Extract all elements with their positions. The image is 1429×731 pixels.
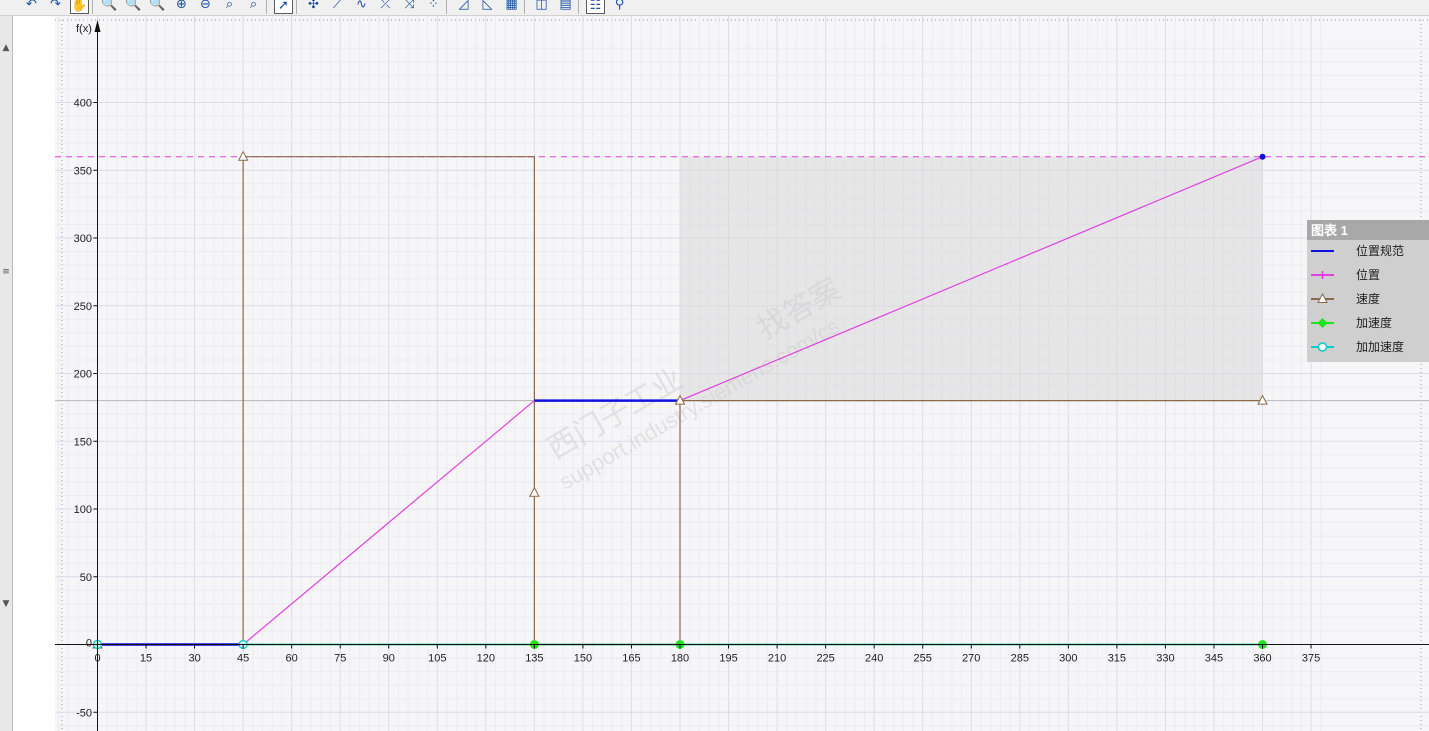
- x-tick-label: 120: [477, 653, 495, 665]
- legend[interactable]: 图表 1 位置规范位置速度加速度加加速度: [1307, 220, 1429, 362]
- legend-label: 加速度: [1356, 315, 1392, 330]
- circle-marker-icon: [1317, 342, 1328, 352]
- x-tick-label: 75: [334, 653, 346, 665]
- x-tick-label: 240: [865, 653, 883, 665]
- x-tick-label: 150: [574, 653, 592, 665]
- x-tick-label: 210: [768, 653, 786, 665]
- legend-label: 速度: [1356, 291, 1380, 306]
- x-tick-label: 195: [719, 653, 737, 665]
- end-point-marker: [1259, 153, 1266, 160]
- y-tick-label: 400: [74, 98, 92, 110]
- x-tick-label: 135: [525, 653, 543, 665]
- x-tick-label: 330: [1156, 653, 1174, 665]
- x-tick-label: 255: [914, 653, 932, 665]
- x-tick-label: 45: [237, 653, 249, 665]
- x-tick-label: 285: [1011, 653, 1029, 665]
- y-tick-label: 0: [86, 638, 92, 650]
- y-tick-label: 50: [80, 572, 92, 584]
- x-tick-label: 315: [1108, 653, 1126, 665]
- y-tick-label: 250: [74, 301, 92, 313]
- x-tick-label: 15: [140, 653, 152, 665]
- legend-title: 图表 1: [1311, 223, 1348, 238]
- x-tick-label: 225: [816, 653, 834, 665]
- x-tick-label: 30: [188, 653, 200, 665]
- x-tick-label: 0: [94, 653, 100, 665]
- x-tick-label: 300: [1059, 653, 1077, 665]
- y-tick-label: 300: [74, 233, 92, 245]
- y-axis-label: f(x): [76, 23, 92, 35]
- y-tick-label: -50: [76, 707, 92, 719]
- y-tick-label: 200: [74, 369, 92, 381]
- y-tick-label: 150: [74, 436, 92, 448]
- legend-label: 位置规范: [1356, 243, 1404, 258]
- x-tick-label: 375: [1302, 653, 1320, 665]
- x-tick-label: 270: [962, 653, 980, 665]
- x-tick-label: 105: [428, 653, 446, 665]
- legend-label: 加加速度: [1356, 339, 1404, 354]
- x-tick-label: 165: [622, 653, 640, 665]
- x-tick-label: 345: [1205, 653, 1223, 665]
- x-tick-label: 360: [1253, 653, 1271, 665]
- x-tick-label: 90: [383, 653, 395, 665]
- legend-label: 位置: [1356, 267, 1380, 282]
- y-tick-label: 350: [74, 165, 92, 177]
- x-tick-label: 60: [286, 653, 298, 665]
- x-tick-label: 180: [671, 653, 689, 665]
- chart-area[interactable]: 找答案 support.industry.siemens.com/cs 西门子工…: [0, 0, 1429, 731]
- y-tick-label: 100: [74, 504, 92, 516]
